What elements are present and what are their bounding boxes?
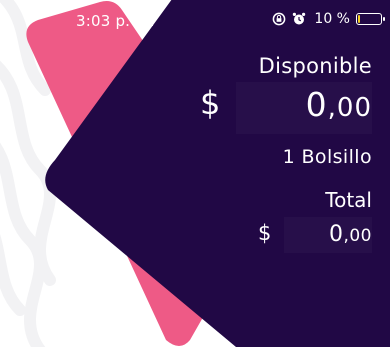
- total-amount-decimal: ,00: [343, 226, 372, 246]
- alarm-icon: [293, 12, 306, 25]
- available-amount: 0,00: [306, 85, 372, 124]
- battery-level-fill: [358, 15, 360, 23]
- available-amount-decimal: ,00: [327, 93, 372, 123]
- status-bar: 3:03 p. m. 10 %: [0, 0, 390, 40]
- total-currency-symbol: $: [258, 221, 272, 245]
- total-amount-integer: 0: [328, 222, 344, 247]
- available-amount-integer: 0: [305, 85, 328, 124]
- available-currency-symbol: $: [200, 84, 221, 122]
- total-label: Total: [325, 188, 372, 212]
- status-time: 3:03 p. m.: [76, 12, 155, 30]
- total-amount: 0,00: [329, 222, 372, 247]
- available-label: Disponible: [258, 54, 372, 78]
- battery-icon: [356, 13, 385, 25]
- balance-card-shape: [26, 0, 390, 347]
- rotation-lock-icon: [273, 12, 286, 26]
- battery-percentage: 10 %: [314, 11, 350, 27]
- pockets-count-label[interactable]: 1 Bolsillo: [283, 146, 372, 168]
- status-icons: 10 %: [272, 11, 385, 27]
